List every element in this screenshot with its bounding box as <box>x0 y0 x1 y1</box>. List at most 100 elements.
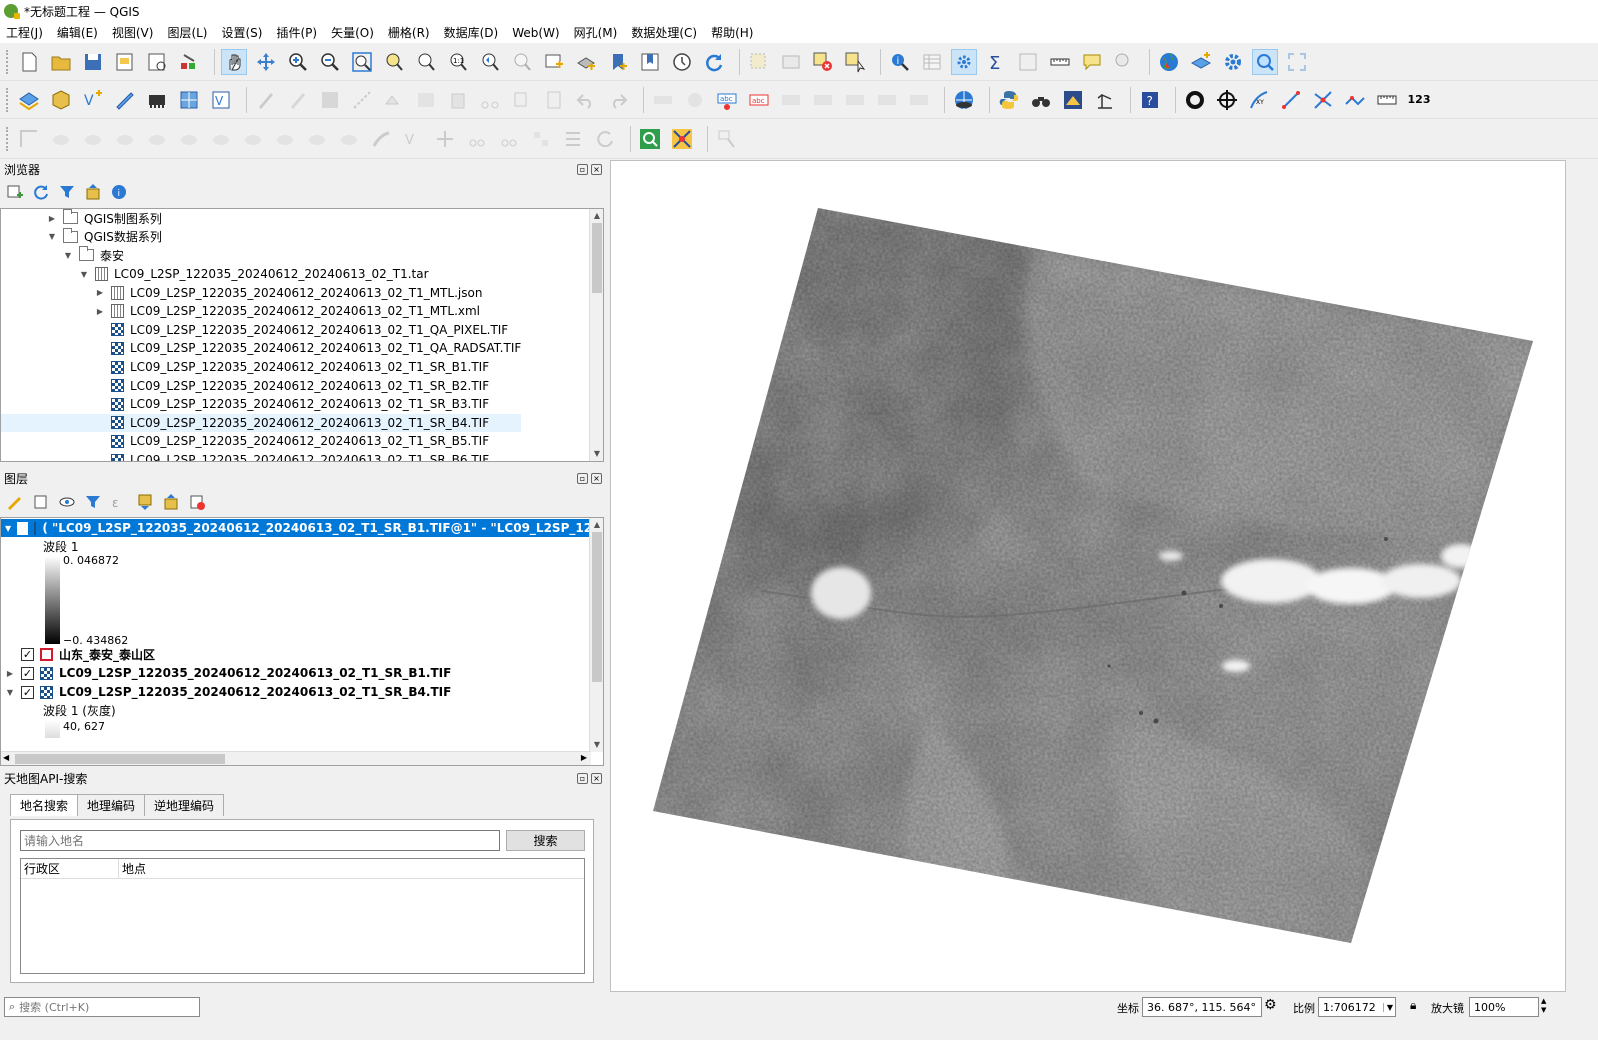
add-ring-icon[interactable] <box>176 126 202 152</box>
plugin-crane-icon[interactable] <box>1092 87 1118 113</box>
float-panel-button[interactable]: ▫ <box>577 472 588 484</box>
scale-combobox[interactable]: 1:706172 ▼ <box>1318 997 1396 1017</box>
add-vector-tile-icon[interactable]: V <box>208 87 234 113</box>
zoom-native-icon[interactable]: 1:1 <box>445 49 471 75</box>
filter-expression-icon[interactable]: ε <box>110 493 128 511</box>
collapse-all-icon[interactable] <box>162 493 180 511</box>
style-panel-icon[interactable] <box>6 493 24 511</box>
redo-icon[interactable] <box>605 87 631 113</box>
magnifier-stepper[interactable]: ▲ ▼ <box>1541 997 1546 1015</box>
close-panel-button[interactable]: × <box>591 472 602 484</box>
data-source-manager-icon[interactable] <box>16 87 42 113</box>
add-group-icon[interactable] <box>32 493 50 511</box>
processing-toolbox-icon[interactable] <box>951 48 977 75</box>
refresh-icon[interactable] <box>701 49 727 75</box>
intersect-lines-icon[interactable] <box>1310 87 1336 113</box>
layer-checkbox[interactable]: ✓ <box>21 685 34 699</box>
ruler-icon[interactable] <box>1374 87 1400 113</box>
show-hide-labels-icon[interactable] <box>810 87 836 113</box>
measure-line-icon[interactable] <box>1047 49 1073 75</box>
new-3d-map-icon[interactable] <box>573 49 599 75</box>
browser-item[interactable]: ▼ 泰安 <box>1 246 603 265</box>
layer-b1[interactable]: ▶ ✓ LC09_L2SP_122035_20240612_20240613_0… <box>1 664 603 683</box>
open-project-icon[interactable] <box>48 49 74 75</box>
copy-move-icon[interactable] <box>80 126 106 152</box>
layers-scrollbar[interactable]: ▲ ▼ <box>589 518 603 752</box>
lock-scale-icon[interactable]: 🔒︎ <box>1410 998 1416 1013</box>
map-tips-icon[interactable] <box>1079 49 1105 75</box>
menu-item-1[interactable]: 编辑(E) <box>57 24 98 41</box>
new-bookmark-icon[interactable] <box>605 49 631 75</box>
label-toolbar-icon[interactable] <box>650 87 676 113</box>
layer-checkbox[interactable]: ✓ <box>17 521 29 535</box>
globe-plugin-icon[interactable] <box>1156 49 1182 75</box>
show-bookmarks-icon[interactable] <box>637 49 663 75</box>
toggle-extents-icon[interactable]: ⚙ <box>1264 997 1277 1013</box>
undo-icon[interactable] <box>573 87 599 113</box>
menu-item-12[interactable]: 帮助(H) <box>711 24 753 41</box>
expand-all-icon[interactable] <box>136 493 154 511</box>
change-label-icon[interactable] <box>906 87 932 113</box>
menu-item-9[interactable]: Web(W) <box>512 26 559 40</box>
digitize-shape-icon[interactable] <box>16 126 42 152</box>
layer-checkbox[interactable]: ✓ <box>21 648 34 662</box>
add-raster-icon[interactable] <box>176 87 202 113</box>
locator-search-field[interactable]: ⌕ 搜索 (Ctrl+K) <box>4 997 200 1017</box>
refresh-browser-icon[interactable] <box>32 183 50 201</box>
gps-globe-icon[interactable] <box>951 87 977 113</box>
column-place[interactable]: 地点 <box>119 859 146 878</box>
current-edits-icon[interactable] <box>253 87 279 113</box>
menu-item-4[interactable]: 设置(S) <box>222 24 263 41</box>
search-magnifier-icon[interactable] <box>1252 48 1278 75</box>
menu-item-2[interactable]: 视图(V) <box>112 24 154 41</box>
chevron-down-icon[interactable]: ▼ <box>63 251 73 260</box>
browser-item[interactable]: LC09_L2SP_122035_20240612_20240613_02_T1… <box>1 339 603 358</box>
zoom-to-layer-icon[interactable] <box>413 49 439 75</box>
xy-tool-icon[interactable]: XY <box>1246 87 1272 113</box>
delete-ring-icon[interactable] <box>272 126 298 152</box>
new-temp-layer-icon[interactable] <box>112 87 138 113</box>
annotation-icon[interactable] <box>714 126 740 152</box>
label-highlight-icon[interactable]: abc <box>746 87 772 113</box>
results-table[interactable]: 行政区 地点 <box>20 858 585 974</box>
field-calculator-icon[interactable] <box>1015 49 1041 75</box>
menu-item-10[interactable]: 网孔(M) <box>574 24 618 41</box>
style-manager-icon[interactable] <box>176 49 202 75</box>
zoom-last-icon[interactable] <box>477 49 503 75</box>
add-part-icon[interactable] <box>208 126 234 152</box>
browser-item[interactable]: ▼ QGIS数据系列 <box>1 227 603 247</box>
layer-checkbox[interactable]: ✓ <box>21 666 34 680</box>
move-label-icon[interactable] <box>842 87 868 113</box>
merge-attributes-icon[interactable] <box>560 126 586 152</box>
chevron-right-icon[interactable]: ▶ <box>47 214 57 223</box>
reverse-line-icon[interactable]: V <box>400 126 426 152</box>
filter-browser-icon[interactable] <box>58 183 76 201</box>
rotate-feature-icon[interactable] <box>112 126 138 152</box>
save-edits-icon[interactable] <box>317 87 343 113</box>
tab-2[interactable]: 逆地理编码 <box>144 794 225 816</box>
browser-item[interactable]: LC09_L2SP_122035_20240612_20240613_02_T1… <box>1 321 603 340</box>
chevron-down-icon[interactable]: ▼ <box>79 270 89 279</box>
chevron-right-icon[interactable]: ▶ <box>95 307 105 316</box>
snapping-search-icon[interactable] <box>637 126 663 152</box>
pin-labels-icon[interactable] <box>778 87 804 113</box>
fullscreen-icon[interactable] <box>1284 49 1310 75</box>
label-abc-icon[interactable]: abc <box>714 87 740 113</box>
browser-item[interactable]: ▶ LC09_L2SP_122035_20240612_20240613_02_T… <box>1 283 603 302</box>
browser-item[interactable]: ▶ LC09_L2SP_122035_20240612_20240613_02_T… <box>1 302 603 321</box>
layer-raster-calc[interactable]: ▼ ✓ ( "LC09_L2SP_122035_20240612_2024061… <box>1 519 603 537</box>
column-district[interactable]: 行政区 <box>21 859 119 878</box>
crosshair-icon[interactable] <box>1214 87 1240 113</box>
zoom-out-icon[interactable] <box>317 49 343 75</box>
plugin-binoculars-icon[interactable] <box>1028 87 1054 113</box>
rotate-label-icon[interactable] <box>874 87 900 113</box>
new-virtual-layer-icon[interactable] <box>144 87 170 113</box>
pan-to-selection-icon[interactable] <box>253 49 279 75</box>
number-tool-icon[interactable]: 123 <box>1406 87 1432 113</box>
float-panel-button[interactable]: ▫ <box>577 772 588 784</box>
layout-manager-icon[interactable] <box>144 49 170 75</box>
pan-map-icon[interactable] <box>221 48 247 75</box>
settings-gear-icon[interactable] <box>1220 49 1246 75</box>
menu-item-8[interactable]: 数据库(D) <box>444 24 499 41</box>
identify-features-icon[interactable]: i <box>887 49 913 75</box>
